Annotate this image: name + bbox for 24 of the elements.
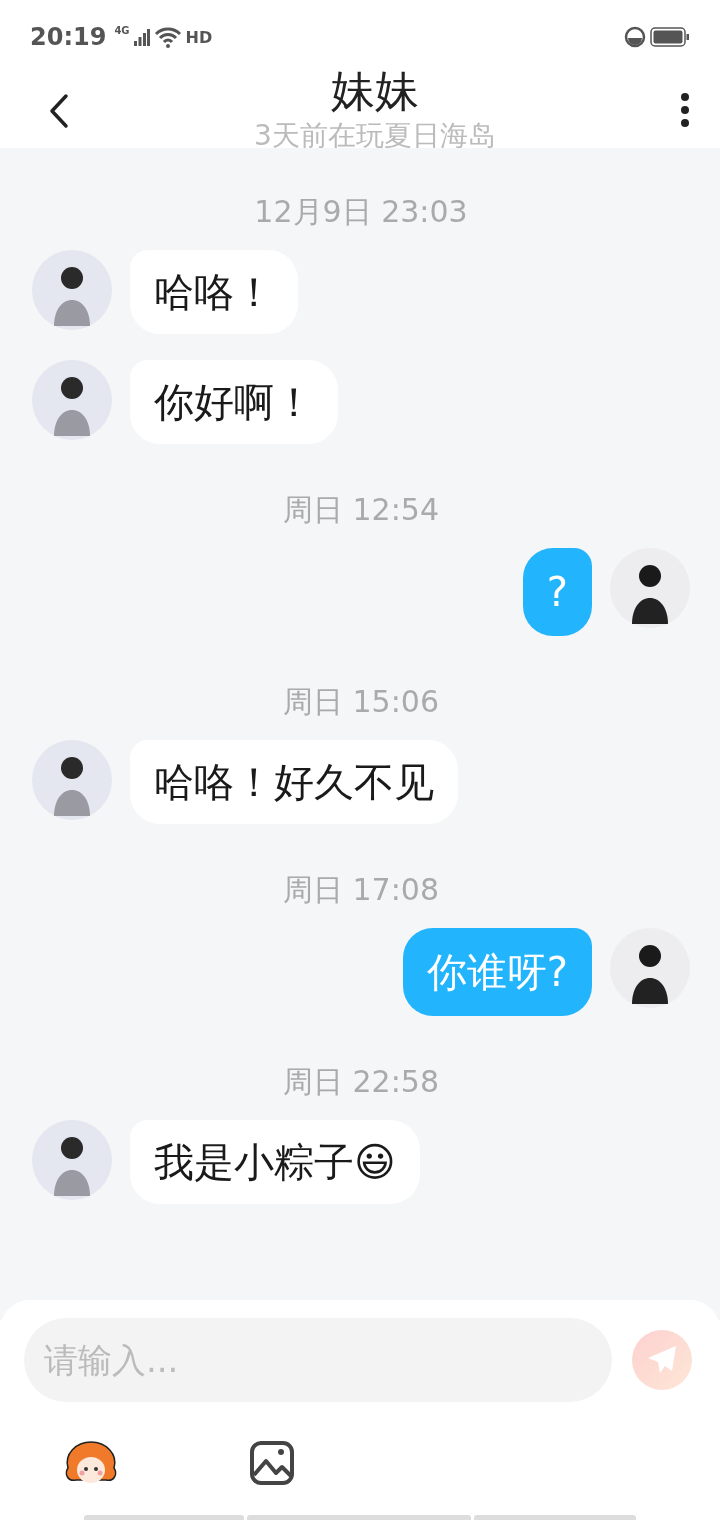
message-bubble: 哈咯！好久不见 [130,740,458,824]
status-time: 20:19 [30,23,107,51]
wifi-icon [153,26,182,48]
message-bubble: 你谁呀? [402,928,592,1016]
timestamp: 周日 12:54 [283,490,439,529]
back-button[interactable] [48,93,70,129]
image-icon[interactable] [250,1441,294,1485]
message-bubble: ? [522,548,592,636]
message-bubble: 哈咯！ [130,250,298,334]
timestamp: 周日 15:06 [283,682,439,721]
more-button[interactable] [680,92,690,128]
message-bubble: 你好啊！ [130,360,338,444]
timestamp: 周日 17:08 [283,870,439,909]
message-bubble: 我是小粽子😃 [130,1120,420,1204]
status-subtitle: 3天前在玩夏日海岛 [254,119,496,153]
signal-icon [133,28,150,46]
timestamp: 12月9日 23:03 [254,192,468,231]
chat-title: 妹妹 [331,64,419,118]
status-circle-icon [624,26,646,48]
hd-label: HD [185,27,213,47]
battery-icon [650,27,690,47]
message-input[interactable]: 请输入... [24,1318,612,1402]
timestamp: 周日 22:58 [283,1062,439,1101]
network-label: 4G [114,24,130,36]
